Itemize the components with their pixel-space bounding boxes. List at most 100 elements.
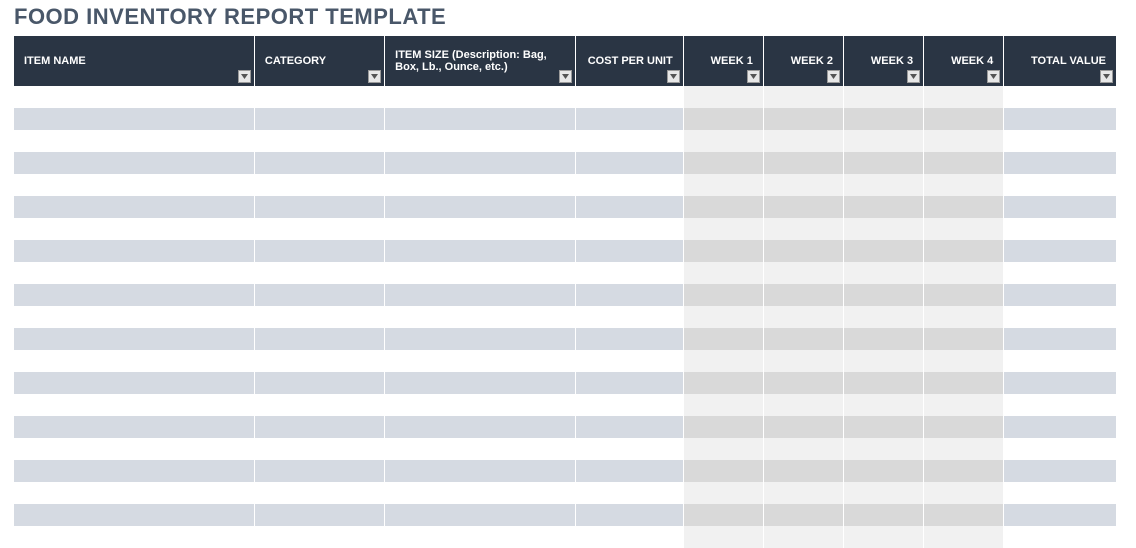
cell-week3[interactable] — [843, 526, 923, 548]
column-header-cost_per_unit[interactable]: COST PER UNIT — [575, 36, 683, 86]
cell-item_size[interactable] — [385, 504, 575, 526]
cell-week2[interactable] — [763, 482, 843, 504]
cell-cost_per_unit[interactable] — [575, 504, 683, 526]
cell-category[interactable] — [254, 526, 384, 548]
cell-week1[interactable] — [683, 240, 763, 262]
cell-week4[interactable] — [924, 130, 1004, 152]
cell-item_name[interactable] — [14, 328, 254, 350]
cell-item_size[interactable] — [385, 394, 575, 416]
cell-item_name[interactable] — [14, 152, 254, 174]
cell-cost_per_unit[interactable] — [575, 438, 683, 460]
cell-week3[interactable] — [843, 108, 923, 130]
cell-week2[interactable] — [763, 108, 843, 130]
cell-week2[interactable] — [763, 504, 843, 526]
cell-total_value[interactable] — [1004, 306, 1116, 328]
cell-week1[interactable] — [683, 416, 763, 438]
cell-total_value[interactable] — [1004, 438, 1116, 460]
cell-category[interactable] — [254, 130, 384, 152]
cell-item_size[interactable] — [385, 240, 575, 262]
cell-total_value[interactable] — [1004, 196, 1116, 218]
cell-category[interactable] — [254, 240, 384, 262]
cell-cost_per_unit[interactable] — [575, 86, 683, 108]
column-header-week1[interactable]: WEEK 1 — [683, 36, 763, 86]
cell-week3[interactable] — [843, 218, 923, 240]
cell-item_size[interactable] — [385, 306, 575, 328]
cell-total_value[interactable] — [1004, 416, 1116, 438]
cell-week1[interactable] — [683, 350, 763, 372]
cell-cost_per_unit[interactable] — [575, 284, 683, 306]
cell-week1[interactable] — [683, 86, 763, 108]
cell-cost_per_unit[interactable] — [575, 526, 683, 548]
cell-week4[interactable] — [924, 218, 1004, 240]
cell-week3[interactable] — [843, 416, 923, 438]
cell-week4[interactable] — [924, 438, 1004, 460]
cell-category[interactable] — [254, 152, 384, 174]
cell-week2[interactable] — [763, 174, 843, 196]
cell-week2[interactable] — [763, 130, 843, 152]
cell-total_value[interactable] — [1004, 240, 1116, 262]
cell-category[interactable] — [254, 438, 384, 460]
cell-item_name[interactable] — [14, 504, 254, 526]
cell-item_name[interactable] — [14, 416, 254, 438]
cell-item_size[interactable] — [385, 328, 575, 350]
cell-total_value[interactable] — [1004, 86, 1116, 108]
cell-week2[interactable] — [763, 218, 843, 240]
cell-cost_per_unit[interactable] — [575, 152, 683, 174]
filter-dropdown-icon[interactable] — [559, 70, 572, 83]
cell-cost_per_unit[interactable] — [575, 262, 683, 284]
cell-week4[interactable] — [924, 416, 1004, 438]
cell-week1[interactable] — [683, 438, 763, 460]
cell-item_size[interactable] — [385, 284, 575, 306]
cell-category[interactable] — [254, 196, 384, 218]
cell-week1[interactable] — [683, 328, 763, 350]
cell-week3[interactable] — [843, 504, 923, 526]
cell-item_size[interactable] — [385, 416, 575, 438]
cell-item_size[interactable] — [385, 350, 575, 372]
cell-week3[interactable] — [843, 438, 923, 460]
cell-week2[interactable] — [763, 196, 843, 218]
cell-week1[interactable] — [683, 372, 763, 394]
cell-item_name[interactable] — [14, 130, 254, 152]
cell-item_size[interactable] — [385, 218, 575, 240]
cell-cost_per_unit[interactable] — [575, 196, 683, 218]
cell-total_value[interactable] — [1004, 350, 1116, 372]
cell-cost_per_unit[interactable] — [575, 416, 683, 438]
cell-week2[interactable] — [763, 262, 843, 284]
cell-week2[interactable] — [763, 284, 843, 306]
cell-category[interactable] — [254, 262, 384, 284]
cell-category[interactable] — [254, 416, 384, 438]
cell-week1[interactable] — [683, 306, 763, 328]
cell-week3[interactable] — [843, 306, 923, 328]
cell-week3[interactable] — [843, 86, 923, 108]
filter-dropdown-icon[interactable] — [907, 70, 920, 83]
cell-week4[interactable] — [924, 152, 1004, 174]
cell-total_value[interactable] — [1004, 394, 1116, 416]
cell-week4[interactable] — [924, 240, 1004, 262]
cell-total_value[interactable] — [1004, 460, 1116, 482]
cell-week4[interactable] — [924, 86, 1004, 108]
filter-dropdown-icon[interactable] — [1100, 70, 1113, 83]
cell-week3[interactable] — [843, 196, 923, 218]
cell-week4[interactable] — [924, 174, 1004, 196]
cell-week2[interactable] — [763, 438, 843, 460]
cell-item_name[interactable] — [14, 350, 254, 372]
cell-week1[interactable] — [683, 526, 763, 548]
cell-week1[interactable] — [683, 108, 763, 130]
cell-week2[interactable] — [763, 460, 843, 482]
column-header-item_name[interactable]: ITEM NAME — [14, 36, 254, 86]
cell-item_name[interactable] — [14, 218, 254, 240]
cell-week1[interactable] — [683, 262, 763, 284]
cell-item_name[interactable] — [14, 526, 254, 548]
cell-total_value[interactable] — [1004, 526, 1116, 548]
cell-week2[interactable] — [763, 152, 843, 174]
cell-item_name[interactable] — [14, 174, 254, 196]
cell-week4[interactable] — [924, 350, 1004, 372]
cell-category[interactable] — [254, 394, 384, 416]
cell-item_size[interactable] — [385, 526, 575, 548]
cell-week2[interactable] — [763, 306, 843, 328]
cell-category[interactable] — [254, 174, 384, 196]
cell-total_value[interactable] — [1004, 152, 1116, 174]
column-header-total_value[interactable]: TOTAL VALUE — [1004, 36, 1116, 86]
filter-dropdown-icon[interactable] — [238, 70, 251, 83]
cell-item_name[interactable] — [14, 394, 254, 416]
